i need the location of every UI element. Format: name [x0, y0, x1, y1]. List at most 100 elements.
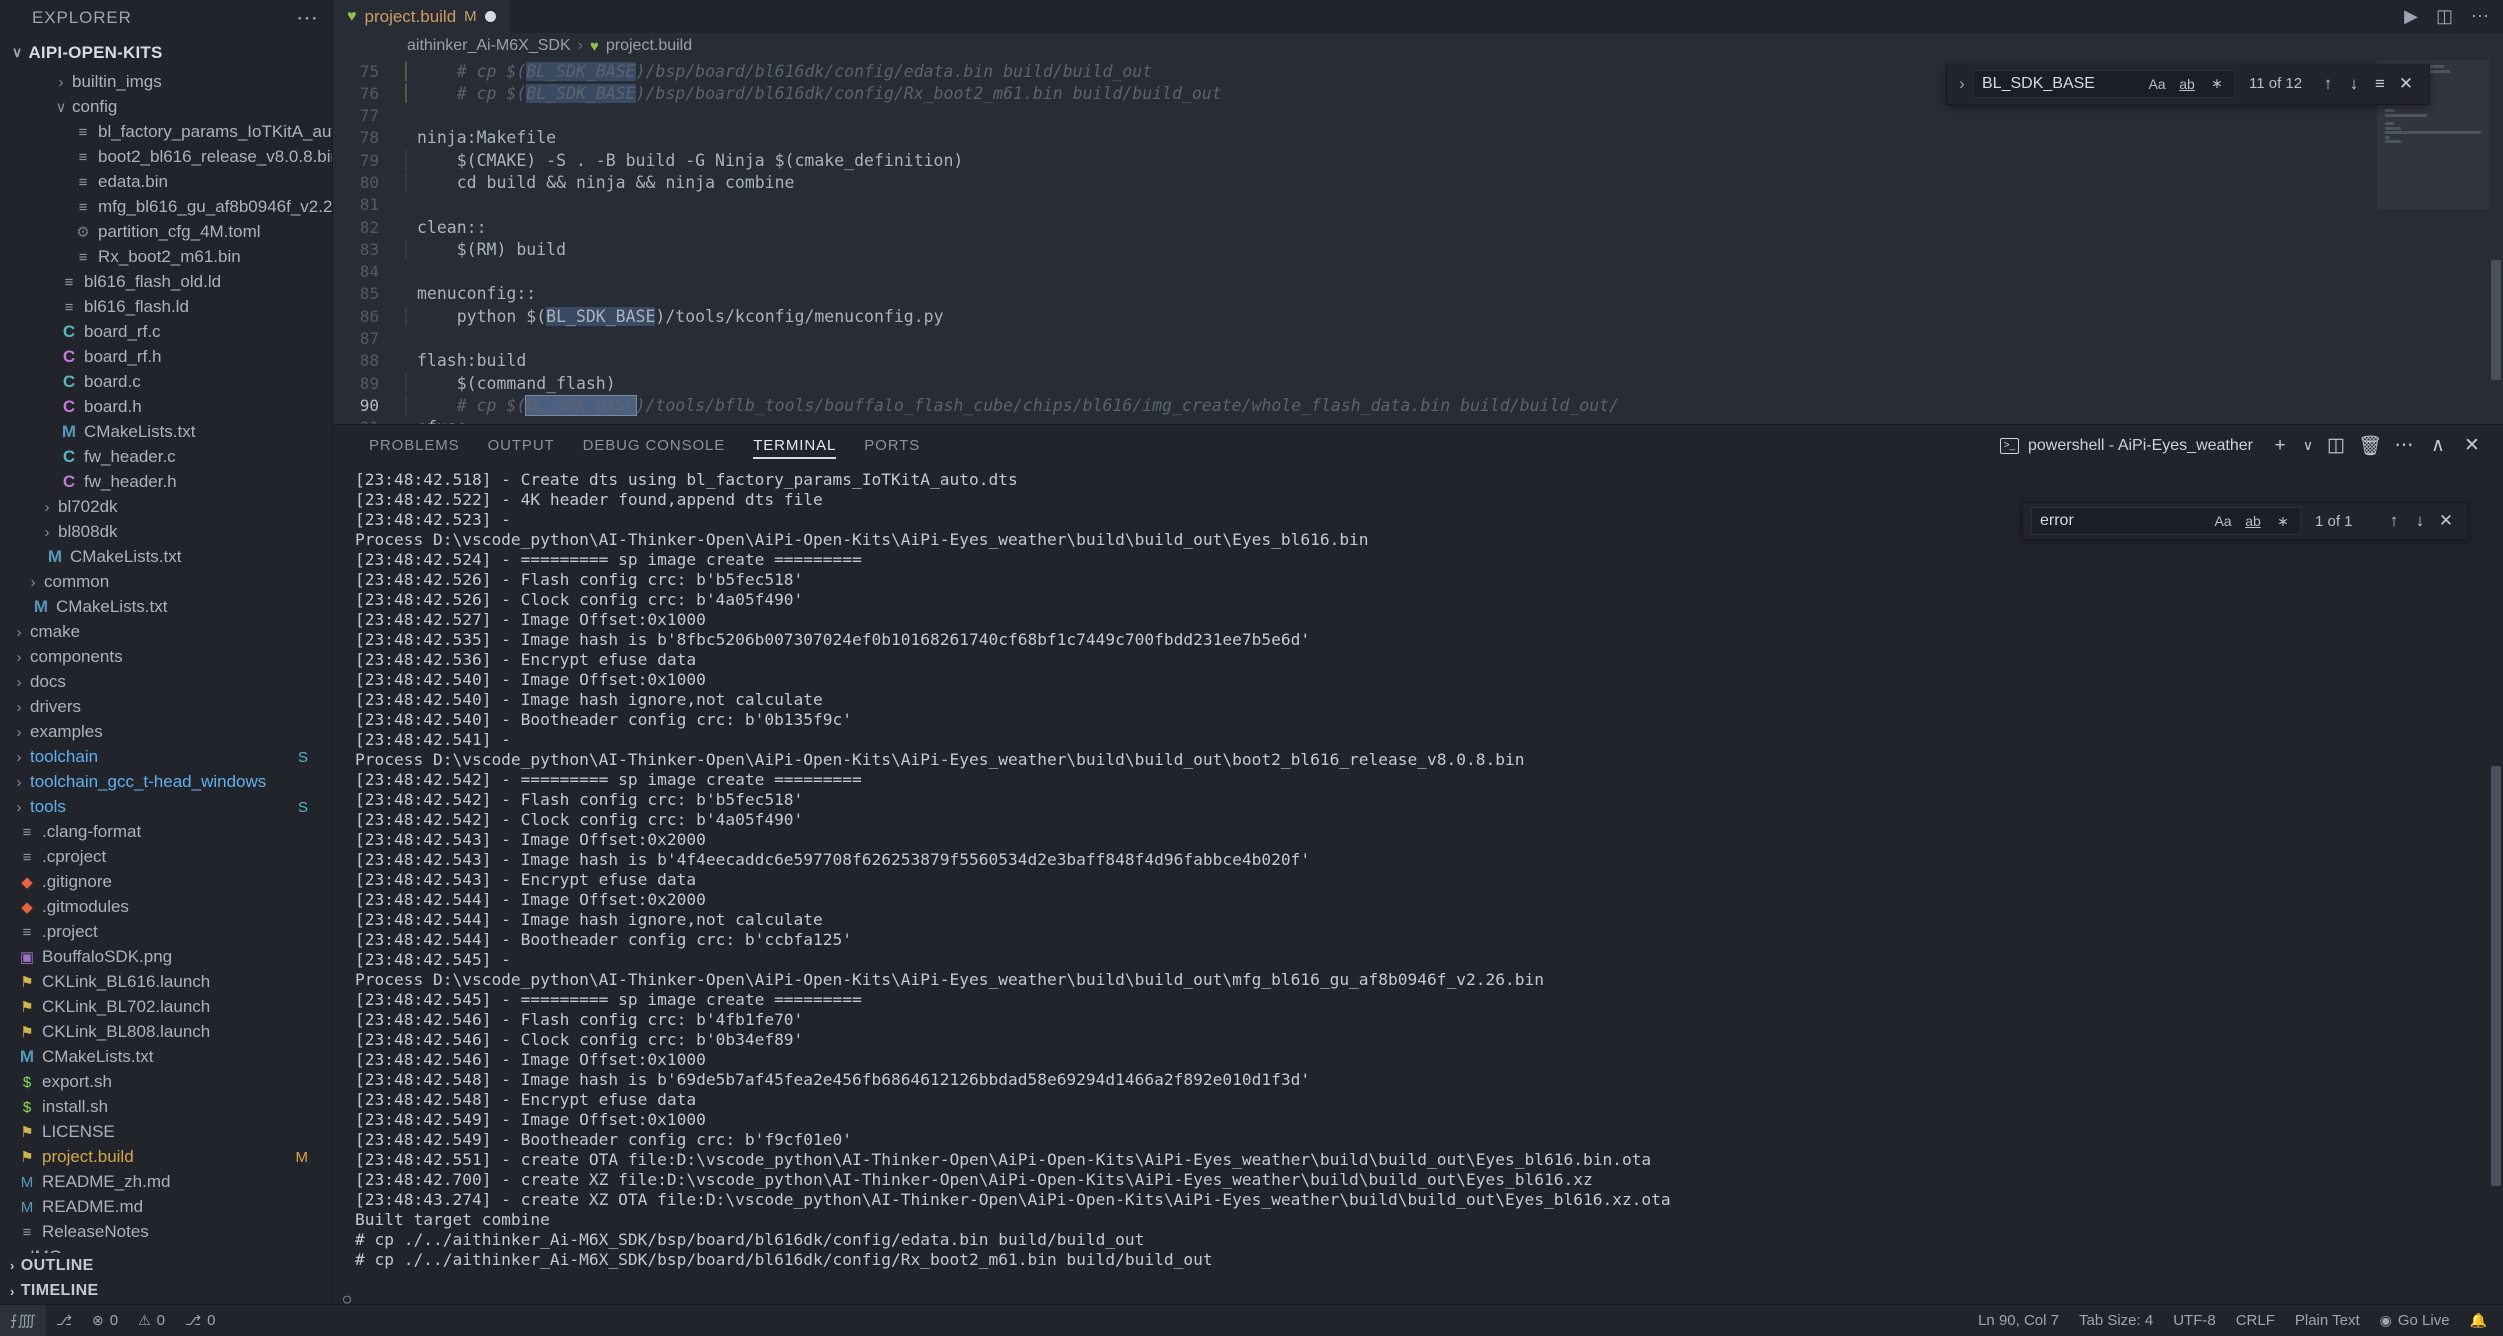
chevron-right-icon[interactable]: ›: [38, 524, 56, 541]
layout-icon[interactable]: ◫: [2436, 6, 2453, 27]
find-in-selection-icon[interactable]: ≡: [2367, 74, 2393, 94]
tree-item[interactable]: › bl808dk: [0, 520, 332, 545]
tree-item[interactable]: ›IMG: [0, 1245, 332, 1252]
editor-find-widget[interactable]: › BL_SDK_BASE Aa ab ∗ 11 of 12 ↑ ↓ ≡ ✕: [1946, 63, 2430, 105]
whole-word-icon[interactable]: ab: [2176, 76, 2198, 92]
tree-item[interactable]: M README_zh.md: [0, 1170, 332, 1195]
sidebar-section-timeline[interactable]: › TIMELINE: [0, 1278, 332, 1304]
code-line[interactable]: 90 │ # cp $(BL_SDK_BASE)/tools/bflb_tools…: [333, 394, 2377, 416]
chevron-down-icon[interactable]: ∨: [52, 98, 70, 116]
find-input[interactable]: BL_SDK_BASE Aa ab ∗: [1973, 69, 2235, 98]
tree-item[interactable]: ◆ .gitignore: [0, 870, 332, 895]
code-line[interactable]: 89 │ $(command_flash): [333, 372, 2377, 394]
tree-item[interactable]: › toolchain S: [0, 745, 332, 770]
terminal-find-next-icon[interactable]: ↓: [2407, 511, 2433, 531]
breadcrumb-root[interactable]: aithinker_Ai-M6X_SDK: [407, 37, 571, 55]
tree-item[interactable]: › cmake: [0, 620, 332, 645]
editor-scrollbar[interactable]: [2489, 59, 2503, 424]
tree-item[interactable]: › common: [0, 570, 332, 595]
forwarded-ports[interactable]: ⎇ 0: [175, 1305, 225, 1336]
remote-window-indicator[interactable]: ⨍⨌: [0, 1304, 46, 1336]
new-terminal-icon[interactable]: +: [2263, 429, 2297, 463]
chevron-right-icon[interactable]: ›: [10, 674, 28, 691]
close-panel-icon[interactable]: ✕: [2455, 429, 2489, 463]
terminal-body[interactable]: [23:48:42.518] - Create dts using bl_fac…: [333, 466, 2503, 1304]
eol[interactable]: CRLF: [2226, 1305, 2285, 1336]
sidebar-section-outline[interactable]: › OUTLINE: [0, 1253, 332, 1279]
panel-tab-output[interactable]: OUTPUT: [474, 425, 569, 466]
chevron-right-icon[interactable]: ›: [1951, 74, 1973, 94]
tree-item[interactable]: M CMakeLists.txt: [0, 595, 332, 620]
file-tree[interactable]: › builtin_imgs ∨ config ≡ bl_factory_params_I…: [0, 70, 333, 1252]
chevron-right-icon[interactable]: ›: [10, 749, 28, 766]
tree-item[interactable]: ≡ bl616_flash_old.ld: [0, 270, 332, 295]
kill-terminal-icon[interactable]: 🗑: [2353, 429, 2387, 463]
tree-item[interactable]: Cboard.h: [0, 395, 332, 420]
breadcrumb[interactable]: aithinker_Ai-M6X_SDK › ♥ project.build: [333, 32, 2503, 60]
panel-tab-problems[interactable]: PROBLEMS: [355, 425, 474, 466]
find-previous-icon[interactable]: ↑: [2315, 74, 2341, 94]
tree-item[interactable]: Cboard.c: [0, 370, 332, 395]
tree-item[interactable]: › toolchain_gcc_t-head_windows: [0, 770, 332, 795]
tree-item[interactable]: Cfw_header.h: [0, 470, 332, 495]
whole-word-icon[interactable]: ab: [2242, 513, 2264, 529]
code-lines[interactable]: 75 │ # cp $(BL_SDK_BASE)/bsp/board/bl616d…: [333, 60, 2377, 424]
tree-item[interactable]: ≡ Rx_boot2_m61.bin: [0, 245, 332, 270]
warnings-count[interactable]: ⚠ 0: [128, 1305, 175, 1336]
tree-item[interactable]: ⚑ CKLink_BL808.launch: [0, 1020, 332, 1045]
chevron-right-icon[interactable]: ›: [10, 724, 28, 741]
panel-tab-terminal[interactable]: TERMINAL: [739, 425, 850, 466]
tree-item[interactable]: › docs: [0, 670, 332, 695]
tree-item[interactable]: ≡ bl_factory_params_IoTKitA_auto.dts: [0, 120, 332, 145]
errors-count[interactable]: ⊗ 0: [82, 1305, 128, 1336]
tree-item[interactable]: ⚑ CKLink_BL616.launch: [0, 970, 332, 995]
chevron-right-icon[interactable]: ›: [10, 799, 28, 816]
terminal-scrollbar-thumb[interactable]: [2491, 766, 2501, 1186]
code-line[interactable]: 77: [333, 104, 2377, 126]
panel-tab-debug-console[interactable]: DEBUG CONSOLE: [569, 425, 740, 466]
tree-item[interactable]: ⚑ LICENSE: [0, 1120, 332, 1145]
regex-icon[interactable]: ∗: [2206, 75, 2228, 92]
breadcrumb-file[interactable]: project.build: [606, 37, 692, 55]
tree-item[interactable]: ◆ .gitmodules: [0, 895, 332, 920]
tree-item[interactable]: ≡ .project: [0, 920, 332, 945]
terminal-prompt-row[interactable]: ○ (base) PS D:\vscode_python\AI-Thinker-…: [333, 1270, 2503, 1304]
tree-item[interactable]: M CMakeLists.txt: [0, 420, 332, 445]
chevron-right-icon[interactable]: ›: [52, 74, 70, 91]
more-actions-icon[interactable]: ⋯: [2471, 6, 2489, 27]
code-line[interactable]: 88 flash:build: [333, 350, 2377, 372]
tree-item[interactable]: ⚑ project.build M: [0, 1145, 332, 1170]
code-line[interactable]: 80 │ cd build && ninja && ninja combine: [333, 171, 2377, 193]
cursor-position[interactable]: Ln 90, Col 7: [1968, 1305, 2069, 1336]
find-next-icon[interactable]: ↓: [2341, 74, 2367, 94]
tree-item[interactable]: › bl702dk: [0, 495, 332, 520]
code-line[interactable]: 83 │ $(RM) build: [333, 238, 2377, 260]
code-line[interactable]: 85 menuconfig::: [333, 283, 2377, 305]
tree-item[interactable]: ≡ boot2_bl616_release_v8.0.8.bin: [0, 145, 332, 170]
tree-item[interactable]: › tools S: [0, 795, 332, 820]
tree-item[interactable]: ≡ .cproject: [0, 845, 332, 870]
editor-scrollbar-thumb[interactable]: [2491, 259, 2501, 380]
code-line[interactable]: 81: [333, 194, 2377, 216]
code-line[interactable]: 78 ninja:Makefile: [333, 127, 2377, 149]
close-find-icon[interactable]: ✕: [2393, 74, 2419, 94]
notifications-bell[interactable]: 🔔: [2460, 1305, 2497, 1336]
chevron-right-icon[interactable]: ›: [24, 574, 42, 591]
chevron-right-icon[interactable]: ›: [10, 774, 28, 791]
tree-item[interactable]: ≡ edata.bin: [0, 170, 332, 195]
chevron-right-icon[interactable]: ›: [38, 499, 56, 516]
tree-item[interactable]: › builtin_imgs: [0, 70, 332, 95]
code-line[interactable]: 84: [333, 261, 2377, 283]
go-live[interactable]: ◉ Go Live: [2370, 1305, 2460, 1336]
terminal-dropdown-icon[interactable]: ∨: [2297, 429, 2319, 463]
tree-item[interactable]: M CMakeLists.txt: [0, 545, 332, 570]
tree-item[interactable]: Cboard_rf.c: [0, 320, 332, 345]
tree-item[interactable]: Cfw_header.c: [0, 445, 332, 470]
code-line[interactable]: 87: [333, 327, 2377, 349]
code-line[interactable]: 91 efuse:: [333, 417, 2377, 424]
tree-item[interactable]: ▣ BouffaloSDK.png: [0, 945, 332, 970]
tree-item[interactable]: ∨ config: [0, 95, 332, 120]
tree-item[interactable]: M CMakeLists.txt: [0, 1045, 332, 1070]
tree-item[interactable]: $ export.sh: [0, 1070, 332, 1095]
tree-item[interactable]: ≡ bl616_flash.ld: [0, 295, 332, 320]
